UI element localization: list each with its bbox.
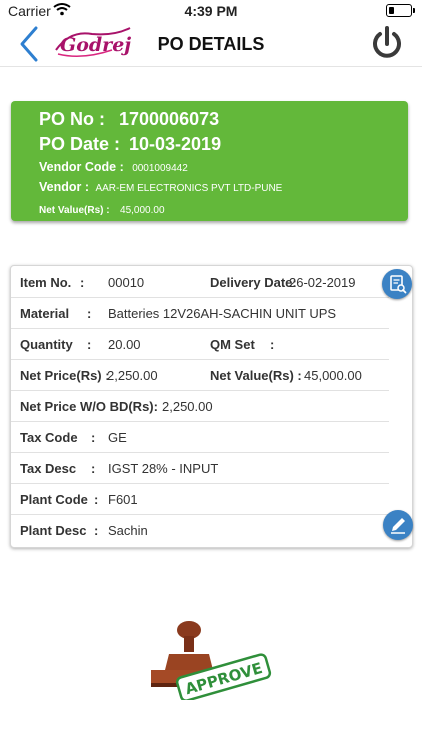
approve-button[interactable]: APPROVE <box>147 620 273 702</box>
item-no-value: 00010 <box>108 275 145 290</box>
page-title: PO DETAILS <box>157 34 265 54</box>
tax-code-value: GE <box>108 430 127 445</box>
colon: : <box>87 337 92 352</box>
po-net-value-row: Net Value(Rs) : 45,000.00 <box>39 200 165 218</box>
quantity-value: 20.00 <box>108 337 141 352</box>
vendor-value: AAR-EM ELECTRONICS PVT LTD-PUNE <box>95 183 283 194</box>
colon: : <box>94 523 99 538</box>
net-price-label: Net Price(Rs) : <box>20 368 110 383</box>
view-document-button[interactable] <box>382 269 412 299</box>
qm-set-label: QM Set <box>210 337 255 352</box>
colon: : <box>80 275 85 290</box>
plant-desc-row: Plant Desc : Sachin <box>11 514 389 545</box>
colon: : <box>87 306 92 321</box>
vendor-code-label: Vendor Code : <box>39 160 124 174</box>
tax-desc-label: Tax Desc <box>20 461 77 476</box>
material-row: Material : Batteries 12V26AH-SACHIN UNIT… <box>11 297 389 329</box>
tax-code-label: Tax Code <box>20 430 78 445</box>
logout-button[interactable] <box>368 24 406 64</box>
delivery-date-label: Delivery Date: <box>210 275 297 290</box>
net-price-wo-bd-value: 2,250.00 <box>162 399 213 414</box>
vendor-code-row: Vendor Code : 0001009442 <box>39 158 188 176</box>
material-value: Batteries 12V26AH-SACHIN UNIT UPS <box>108 306 337 321</box>
po-summary-card: PO No : 1700006073 PO Date : 10-03-2019 … <box>11 101 408 221</box>
plant-code-row: Plant Code : F601 <box>11 483 389 515</box>
nav-bar: Godrej PO DETAILS <box>0 22 422 67</box>
colon: : <box>91 461 96 476</box>
po-number-value: 1700006073 <box>119 109 220 129</box>
colon: : <box>91 430 96 445</box>
quantity-label: Quantity <box>20 337 73 352</box>
tax-code-row: Tax Code : GE <box>11 421 389 453</box>
battery-icon <box>386 4 415 17</box>
net-price-wo-bd-row: Net Price W/O BD(Rs): 2,250.00 <box>11 390 389 422</box>
quantity-row: Quantity : 20.00 QM Set : <box>11 328 389 360</box>
colon: : <box>270 337 275 352</box>
plant-code-label: Plant Code <box>20 492 88 507</box>
edit-button[interactable] <box>383 510 413 540</box>
colon: : <box>94 492 99 507</box>
status-bar: Carrier 4:39 PM <box>0 0 422 22</box>
po-number-row: PO No : 1700006073 <box>39 109 219 130</box>
po-number-label: PO No : <box>39 109 105 129</box>
vendor-label: Vendor : <box>39 180 90 194</box>
material-label: Material <box>20 306 70 321</box>
item-detail-card: Item No. : 00010 Delivery Date: 26-02-20… <box>10 265 413 548</box>
item-no-row: Item No. : 00010 Delivery Date: 26-02-20… <box>11 266 389 298</box>
net-value-value: 45,000.00 <box>304 368 362 383</box>
vendor-code-value: 0001009442 <box>132 163 188 174</box>
po-date-label: PO Date : <box>39 134 121 154</box>
po-date-row: PO Date : 10-03-2019 <box>39 134 221 155</box>
plant-desc-value: Sachin <box>108 523 148 538</box>
po-net-value: 45,000.00 <box>120 205 165 216</box>
net-value-label: Net Value(Rs) : <box>210 368 302 383</box>
net-price-row: Net Price(Rs) : 2,250.00 Net Value(Rs) :… <box>11 359 389 391</box>
approve-stamp-icon: APPROVE <box>151 621 272 702</box>
tax-desc-value: IGST 28% - INPUT <box>108 461 219 476</box>
net-price-wo-bd-label: Net Price W/O BD(Rs): <box>20 399 158 414</box>
plant-code-value: F601 <box>108 492 138 507</box>
net-price-value: 2,250.00 <box>107 368 158 383</box>
delivery-date-value: 26-02-2019 <box>289 275 356 290</box>
document-search-icon <box>390 275 407 294</box>
plant-desc-label: Plant Desc <box>20 523 87 538</box>
po-date-value: 10-03-2019 <box>129 134 222 154</box>
item-no-label: Item No. <box>20 275 72 290</box>
po-net-value-label: Net Value(Rs) : <box>39 205 110 216</box>
vendor-row: Vendor : AAR-EM ELECTRONICS PVT LTD-PUNE <box>39 178 282 196</box>
power-icon <box>373 26 401 58</box>
tax-desc-row: Tax Desc : IGST 28% - INPUT <box>11 452 389 484</box>
pencil-icon <box>391 518 405 534</box>
clock: 4:39 PM <box>184 3 238 19</box>
